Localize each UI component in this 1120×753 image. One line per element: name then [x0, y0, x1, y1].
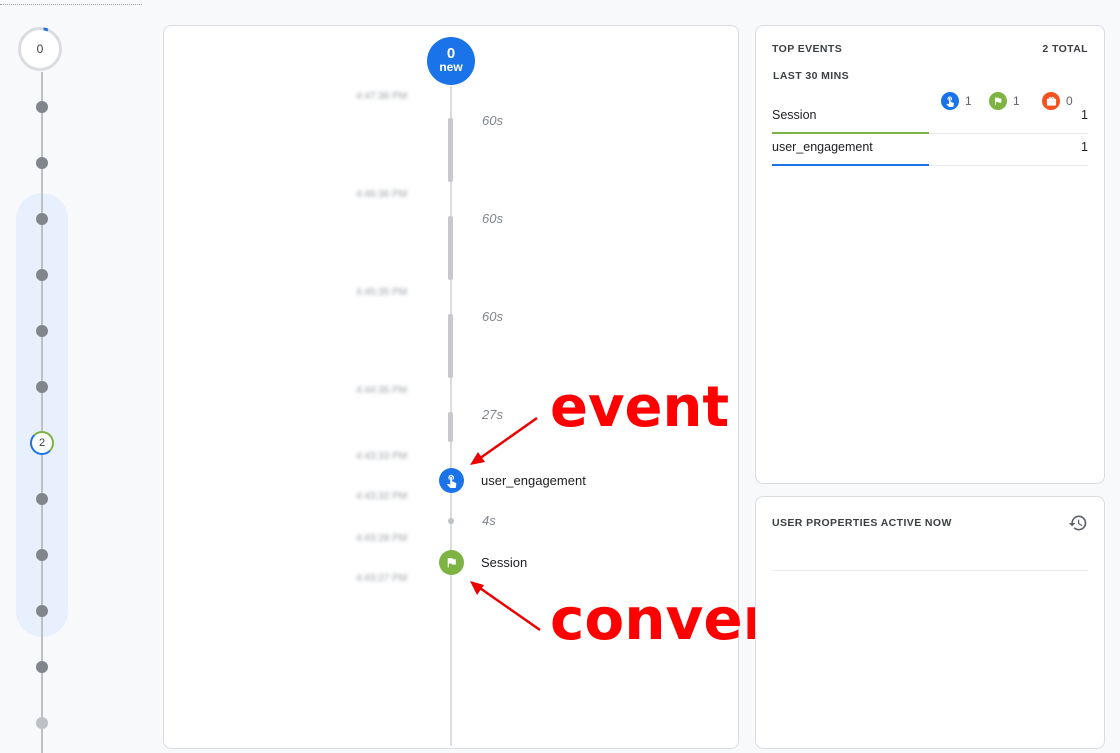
top-events-card: TOP EVENTS 2 TOTAL LAST 30 MINS 1 1 0 Se…	[755, 25, 1105, 484]
user-properties-divider	[772, 570, 1088, 571]
history-icon[interactable]	[1068, 513, 1088, 533]
top-event-count: 1	[1081, 140, 1088, 154]
user-properties-card: USER PROPERTIES ACTIVE NOW	[755, 496, 1105, 749]
top-event-name: Session	[772, 108, 817, 122]
top-event-name: user_engagement	[772, 140, 873, 154]
user-properties-title: USER PROPERTIES ACTIVE NOW	[772, 517, 952, 529]
top-events-period: LAST 30 MINS	[773, 70, 849, 82]
top-event-row[interactable]: user_engagement 1	[772, 133, 1088, 166]
top-event-bar	[772, 164, 929, 166]
top-events-title: TOP EVENTS	[772, 43, 843, 55]
top-events-total: 2 TOTAL	[1042, 43, 1088, 55]
top-event-count: 1	[1081, 108, 1088, 122]
top-event-row[interactable]: Session 1	[772, 101, 1088, 134]
